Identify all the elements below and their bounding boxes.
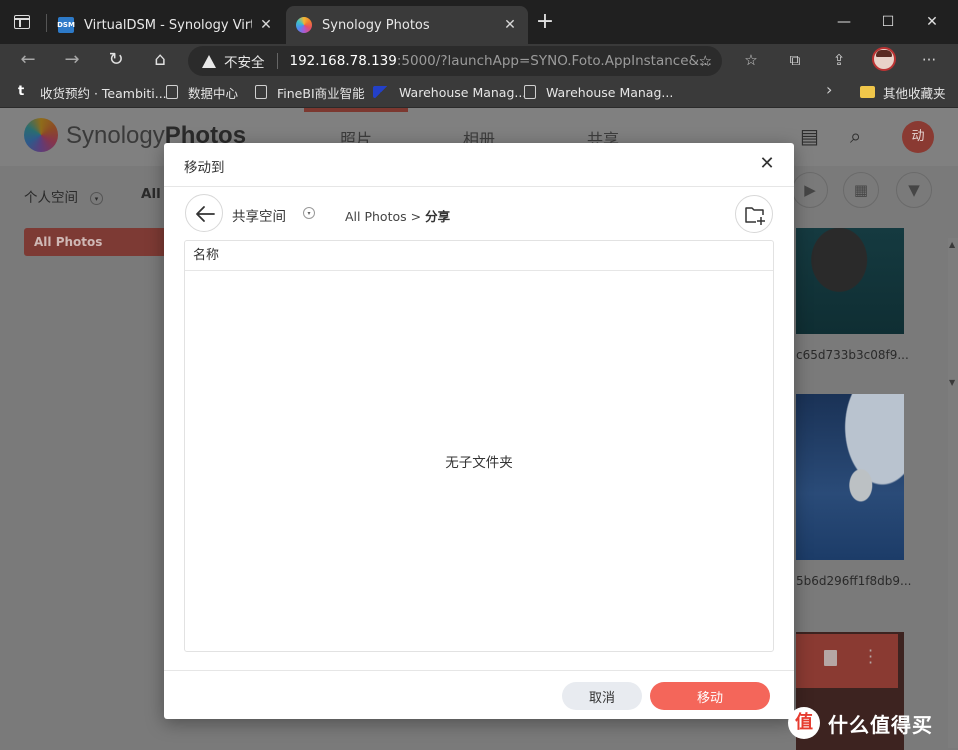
selection-action-bar: · · · — [796, 634, 898, 688]
folder-icon — [860, 86, 875, 98]
column-header-name[interactable]: 名称 — [185, 241, 773, 271]
watermark: 值 什么值得买 — [788, 702, 933, 744]
bookmark-label: 收货预约 · Teambiti... — [40, 85, 167, 101]
more-vertical-icon[interactable]: · · · — [868, 643, 873, 671]
security-label: 不安全 — [224, 55, 265, 71]
bookmark-label: Warehouse Manag... — [399, 84, 527, 100]
bookmark-item[interactable]: t 收货预约 · Teambiti... — [18, 76, 167, 108]
bookmark-label: Warehouse Manag... — [546, 84, 674, 100]
arrow-left-icon — [196, 206, 215, 222]
calendar-icon[interactable]: ▦ — [843, 172, 879, 208]
move-to-dialog: 移动到 ✕ 共享空间 ▾ All Photos > 分享 名称 无子文件夹 取消… — [164, 143, 794, 719]
scrollbar[interactable]: ▲ ▼ — [948, 238, 958, 748]
trash-icon[interactable] — [824, 650, 837, 666]
breadcrumb-current: 分享 — [425, 209, 451, 224]
tab-actions-icon[interactable] — [14, 15, 30, 29]
photo-image — [796, 228, 904, 334]
new-tab-icon[interactable]: + — [534, 10, 556, 34]
chevron-down-icon[interactable]: ▾ — [303, 207, 315, 219]
task-list-icon[interactable]: ▤ — [800, 124, 819, 148]
search-icon[interactable]: ⌕ — [850, 124, 861, 148]
brand-light: Synology — [66, 122, 165, 149]
personal-space-selector[interactable]: 个人空间 ▾ — [24, 186, 103, 206]
close-tab-icon[interactable]: ✕ — [258, 17, 274, 33]
breadcrumb: All Photos > 分享 — [345, 206, 450, 225]
url-path: :5000/?launchApp=SYNO.Foto.AppInstance&.… — [396, 53, 712, 69]
breadcrumb-separator: > — [410, 209, 422, 224]
sidebar-item-all-photos[interactable]: All Photos — [24, 228, 174, 256]
maximize-icon[interactable]: ☐ — [868, 8, 908, 36]
photo-thumbnail[interactable]: c65d733b3c08f9... — [796, 228, 909, 362]
photo-caption: 5b6d296ff1f8db9... — [796, 574, 912, 588]
video-filter-icon[interactable]: ▶ — [792, 172, 828, 208]
cancel-button[interactable]: 取消 — [562, 682, 642, 710]
bookmark-item[interactable]: 数据中心 — [166, 76, 238, 108]
dsm-favicon-icon: DSM — [57, 17, 75, 33]
browser-tab-bar: DSM VirtualDSM - Synology VirtualDS ✕ Sy… — [0, 0, 958, 44]
favorites-icon[interactable]: ☆ — [740, 50, 762, 70]
space-label: 个人空间 — [24, 190, 78, 206]
photo-image — [796, 394, 904, 560]
other-bookmarks-label: 其他收藏夹 — [883, 85, 946, 101]
breadcrumb-root[interactable]: All Photos — [345, 209, 407, 224]
bookmark-label: 数据中心 — [188, 85, 239, 101]
tab-synology-photos[interactable]: Synology Photos ✕ — [286, 6, 528, 44]
home-icon[interactable]: ⌂ — [148, 48, 172, 72]
warehouse-icon — [373, 86, 389, 98]
synology-photos-favicon-icon — [296, 17, 312, 33]
close-icon[interactable]: ✕ — [756, 153, 778, 175]
tab-separator — [46, 14, 47, 32]
collections-icon[interactable]: ⧉ — [784, 50, 806, 70]
back-arrow-icon[interactable]: ← — [16, 48, 40, 72]
folder-list[interactable]: 名称 无子文件夹 — [184, 240, 774, 652]
refresh-icon[interactable]: ↻ — [104, 48, 128, 72]
photo-thumbnail[interactable]: 5b6d296ff1f8db9... — [796, 394, 912, 588]
scroll-up-icon[interactable]: ▲ — [949, 240, 955, 249]
address-bar-row: ← → ↻ ⌂ 不安全 192.168.78.139 :5000/?launch… — [0, 44, 958, 76]
close-window-icon[interactable]: ✕ — [912, 8, 952, 36]
move-button[interactable]: 移动 — [650, 682, 770, 710]
bookmark-item[interactable]: Warehouse Manag... — [373, 76, 526, 108]
forward-arrow-icon[interactable]: → — [60, 48, 84, 72]
profile-avatar[interactable] — [872, 47, 896, 71]
warning-icon — [202, 54, 216, 68]
bookmark-item[interactable]: Warehouse Manag... — [524, 76, 673, 108]
chevron-right-icon[interactable]: › — [826, 80, 832, 99]
scroll-down-icon[interactable]: ▼ — [949, 378, 955, 387]
close-tab-icon[interactable]: ✕ — [502, 17, 518, 33]
chevron-down-icon: ▾ — [90, 191, 103, 205]
bookmark-item[interactable]: FineBI商业智能 — [255, 76, 365, 108]
new-folder-button[interactable] — [735, 195, 773, 233]
dialog-footer: 取消 移动 — [164, 670, 794, 719]
bookmark-label: FineBI商业智能 — [277, 85, 365, 101]
teambition-icon: t — [18, 84, 25, 99]
filter-icon[interactable]: ▼ — [896, 172, 932, 208]
tab-title: VirtualDSM - Synology VirtualDS — [84, 17, 252, 33]
tab-title: Synology Photos — [322, 17, 430, 33]
minimize-icon[interactable]: — — [824, 8, 864, 36]
share-icon[interactable]: ⇪ — [828, 50, 850, 70]
more-menu-icon[interactable]: ··· — [918, 50, 940, 70]
watermark-logo: 值 — [788, 707, 820, 739]
url-field[interactable]: 不安全 192.168.78.139 :5000/?launchApp=SYNO… — [188, 46, 722, 76]
watermark-text: 什么值得买 — [828, 712, 933, 737]
dialog-title: 移动到 — [184, 160, 225, 176]
page-icon — [166, 85, 178, 99]
empty-state-text: 无子文件夹 — [445, 455, 513, 471]
page-icon — [524, 85, 536, 99]
add-favorite-icon[interactable]: ☆ — [699, 52, 712, 70]
space-selector[interactable]: 共享空间 — [232, 205, 286, 225]
url-host: 192.168.78.139 — [289, 53, 397, 69]
new-folder-icon — [745, 207, 765, 225]
back-button[interactable] — [185, 194, 223, 232]
synology-photos-logo — [24, 118, 58, 152]
photo-caption: c65d733b3c08f9... — [796, 348, 909, 362]
page-icon — [255, 85, 267, 99]
tab-virtualdsm[interactable]: DSM VirtualDSM - Synology VirtualDS ✕ — [48, 6, 284, 44]
dialog-header: 移动到 ✕ — [164, 143, 794, 187]
url-separator — [276, 53, 278, 69]
other-bookmarks[interactable]: 其他收藏夹 — [860, 76, 946, 108]
bookmarks-bar: t 收货预约 · Teambiti... 数据中心 FineBI商业智能 War… — [0, 76, 958, 108]
user-avatar[interactable]: 动 — [902, 121, 934, 153]
